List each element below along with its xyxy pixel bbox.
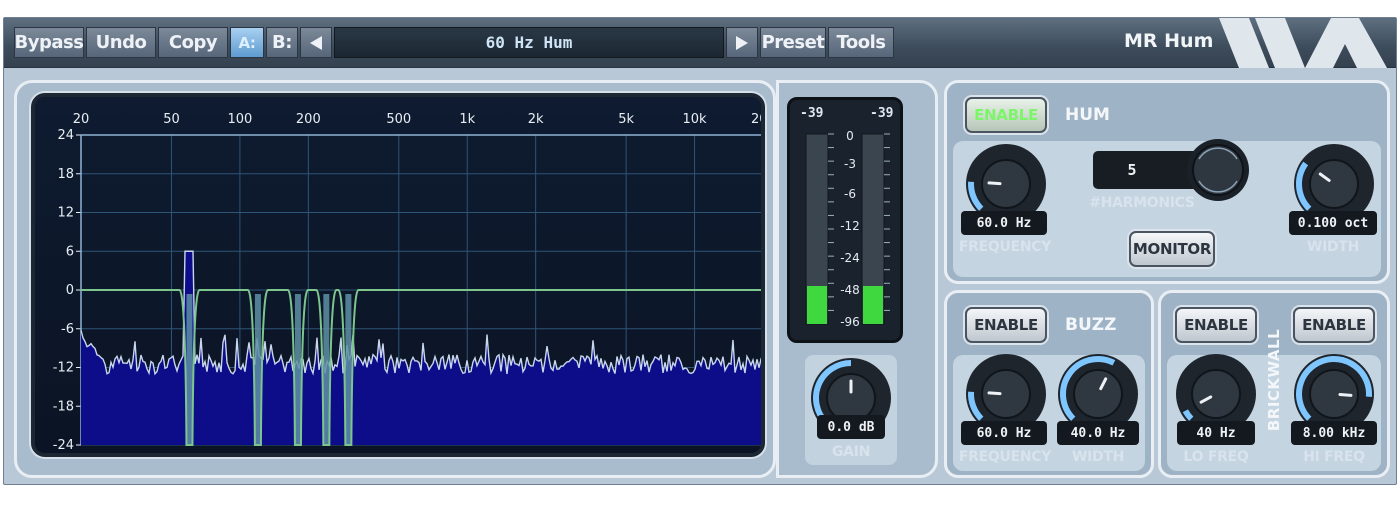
hum-frequency-value[interactable]: 60.0 Hz xyxy=(961,211,1047,235)
knob-pointer xyxy=(1338,392,1353,397)
undo-button[interactable]: Undo xyxy=(86,27,156,58)
harmonics-stepper-icon[interactable] xyxy=(1185,137,1251,203)
next-preset-button[interactable] xyxy=(726,27,758,58)
preset-a-button[interactable]: A: xyxy=(230,27,264,58)
preset-name-display[interactable]: 60 Hz Hum xyxy=(334,27,724,58)
output-meter-panel: -39 -39 0 -3 -6 -12 -24 -48 -96 0.0 dB GAIN xyxy=(776,80,938,478)
buzz-width-value[interactable]: 40.0 Hz xyxy=(1057,421,1139,445)
knob-pointer xyxy=(987,181,1002,186)
freq-tick-label: 50 xyxy=(163,112,180,127)
db-tick-label: -18 xyxy=(53,399,74,414)
buzz-title: BUZZ xyxy=(1065,315,1117,335)
toolbar: Bypass Undo Copy A: B: 60 Hz Hum Preset … xyxy=(4,18,1396,68)
notch-bar xyxy=(186,294,193,445)
preset-b-button[interactable]: B: xyxy=(266,27,298,58)
hi-freq-label: HI FREQ xyxy=(1303,449,1365,465)
copy-button[interactable]: Copy xyxy=(158,27,228,58)
hum-monitor-button[interactable]: MONITOR xyxy=(1129,231,1215,267)
lo-freq-value[interactable]: 40 Hz xyxy=(1177,421,1255,445)
freq-tick-label: 20 xyxy=(73,112,90,127)
tools-button[interactable]: Tools xyxy=(828,27,894,58)
db-tick-label: 12 xyxy=(57,206,74,221)
freq-tick-label: 20k xyxy=(751,112,761,127)
db-tick-label: -6 xyxy=(61,322,74,337)
brickwall-title-wrap: BRICKWALL xyxy=(1260,305,1288,455)
buzz-enable-button[interactable]: ENABLE xyxy=(965,307,1047,343)
meter-bars: 0 -3 -6 -12 -24 -48 -96 xyxy=(805,129,890,329)
hum-width-value[interactable]: 0.100 oct xyxy=(1289,211,1377,235)
hum-width-label: WIDTH xyxy=(1306,239,1360,255)
db-tick-label: 0 xyxy=(66,283,74,298)
meter-scale-label: -6 xyxy=(844,187,856,201)
freq-tick-label: 100 xyxy=(227,112,252,127)
plugin-window: Bypass Undo Copy A: B: 60 Hz Hum Preset … xyxy=(3,17,1397,485)
freq-tick-label: 1k xyxy=(459,112,475,127)
meter-scale-label: -24 xyxy=(840,251,860,265)
arrow-right-icon xyxy=(736,35,748,50)
gain-section: 0.0 dB GAIN xyxy=(805,355,897,465)
right-meter-level xyxy=(863,286,883,324)
db-tick-label: 18 xyxy=(57,167,74,182)
arrow-left-icon xyxy=(310,35,322,50)
buzz-width-label: WIDTH xyxy=(1071,449,1125,465)
buzz-frequency-label: FREQUENCY xyxy=(958,449,1052,465)
freq-tick-label: 500 xyxy=(386,112,411,127)
hi-freq-value[interactable]: 8.00 kHz xyxy=(1291,421,1377,445)
db-tick-label: 6 xyxy=(66,244,74,259)
bypass-button[interactable]: Bypass xyxy=(14,27,84,58)
gain-label: GAIN xyxy=(831,444,871,460)
hum-frequency-label: FREQUENCY xyxy=(958,239,1052,255)
freq-tick-label: 5k xyxy=(618,112,634,127)
lo-freq-enable-button[interactable]: ENABLE xyxy=(1175,307,1257,343)
buzz-section: ENABLE BUZZ 60.0 Hz FREQUENCY 40.0 Hz WI… xyxy=(944,290,1154,478)
hi-freq-enable-button[interactable]: ENABLE xyxy=(1293,307,1375,343)
harmonics-label: #HARMONICS xyxy=(1089,195,1195,211)
meter-scale-label: -96 xyxy=(840,315,860,329)
level-meter: -39 -39 0 -3 -6 -12 -24 -48 -96 xyxy=(787,97,903,343)
spectrum-graph: 20 50 100 200 500 1k 2k 5k 10k 20k 24 18 12 6 0 -6 -12 -1… xyxy=(35,97,761,453)
brickwall-title: BRICKWALL xyxy=(1265,328,1284,432)
hum-title: HUM xyxy=(1065,105,1110,125)
right-peak-readout: -39 xyxy=(870,106,894,121)
freq-tick-label: 10k xyxy=(683,112,708,127)
buzz-frequency-value[interactable]: 60.0 Hz xyxy=(961,421,1047,445)
preset-button[interactable]: Preset xyxy=(760,27,826,58)
freq-tick-label: 200 xyxy=(296,112,321,127)
melda-logo-icon xyxy=(1219,18,1387,68)
left-peak-readout: -39 xyxy=(800,106,824,121)
meter-scale-label: -12 xyxy=(840,219,860,233)
hum-section: ENABLE HUM 60.0 Hz FREQUENCY 5 #HARMONIC… xyxy=(944,80,1390,284)
freq-tick-label: 2k xyxy=(528,112,544,127)
db-tick-label: 24 xyxy=(57,128,74,143)
db-tick-label: -12 xyxy=(53,361,74,376)
notch-bar xyxy=(254,294,261,445)
notch-bar xyxy=(323,294,330,445)
meter-scale-label: -3 xyxy=(844,157,856,171)
gain-value[interactable]: 0.0 dB xyxy=(817,415,885,439)
meter-scale-label: 0 xyxy=(846,129,854,143)
knob-pointer xyxy=(987,391,1002,396)
analyzer-panel: 20 50 100 200 500 1k 2k 5k 10k 20k 24 18 12 6 0 -6 -12 -1… xyxy=(14,80,776,478)
meter-scale-label: -48 xyxy=(840,283,860,297)
notch-bar xyxy=(294,294,301,445)
notch-bar xyxy=(345,294,352,445)
spectrum-analyzer[interactable]: 20 50 100 200 500 1k 2k 5k 10k 20k 24 18 12 6 0 -6 -12 -1… xyxy=(31,93,765,457)
plugin-title: MR Hum xyxy=(1124,30,1214,52)
lo-freq-label: LO FREQ xyxy=(1183,449,1249,465)
left-meter-level xyxy=(807,286,827,324)
previous-preset-button[interactable] xyxy=(300,27,332,58)
brickwall-section: ENABLE ENABLE BRICKWALL 40 Hz LO FREQ 8.… xyxy=(1158,290,1390,478)
hum-enable-button[interactable]: ENABLE xyxy=(965,97,1047,133)
db-tick-label: -24 xyxy=(53,438,74,453)
